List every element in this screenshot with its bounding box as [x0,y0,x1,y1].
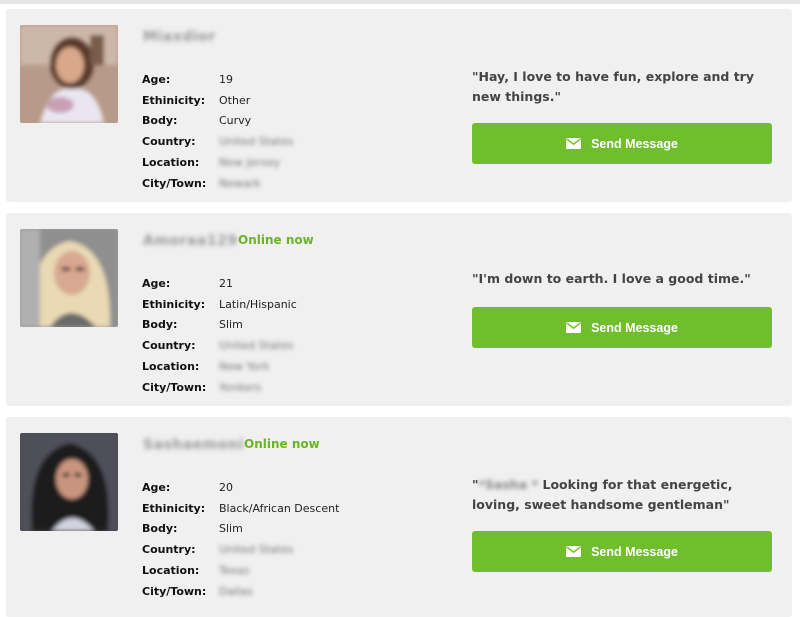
body-value: Slim [219,522,243,536]
ethnicity-value: Black/African Descent [219,501,340,515]
country-value: United States [219,135,294,149]
avatar-image [20,229,118,327]
ethnicity-label: Ethinicity: [142,501,206,515]
profile-photo[interactable] [20,25,118,123]
city-label: City/Town: [142,176,207,190]
country-value: United States [219,543,294,557]
ethnicity-label: Ethinicity: [142,297,206,311]
body-value: Curvy [219,114,252,128]
location-value: Texas [219,564,250,578]
ethnicity-label: Ethinicity: [142,93,206,107]
profile-quote: "*Sasha * Looking for that energetic, lo… [472,475,772,515]
avatar-image [20,25,118,123]
age-value: 19 [219,72,233,86]
ethnicity-value: Other [219,93,251,107]
body-value: Slim [219,318,243,332]
city-value: Dallas [219,584,253,598]
location-label: Location: [142,156,200,170]
send-message-label: Send Message [591,320,678,335]
city-value: Newark [219,176,261,190]
online-status: Online now [244,437,320,451]
location-label: Location: [142,564,200,578]
city-label: City/Town: [142,584,207,598]
country-label: Country: [142,135,196,149]
envelope-icon [566,138,582,149]
location-value: New York [219,360,270,374]
profile-photo[interactable] [20,433,118,531]
send-message-label: Send Message [591,544,678,559]
profile-card: Amoraa129 Online now Age: 21 Ethinicity: L… [6,213,792,406]
city-value: Yonkers [219,380,261,394]
profile-card: Sashaemoni Online now Age: 20 Ethinicity:… [6,417,792,617]
age-label: Age: [142,276,171,290]
city-label: City/Town: [142,380,207,394]
age-label: Age: [142,72,171,86]
country-label: Country: [142,543,196,557]
body-label: Body: [142,318,178,332]
country-label: Country: [142,339,196,353]
send-message-button[interactable]: Send Message [472,531,772,572]
username[interactable]: Sashaemoni [143,437,244,453]
envelope-icon [566,546,582,557]
profile-photo[interactable] [20,229,118,327]
age-label: Age: [142,480,171,494]
country-value: United States [219,339,294,353]
online-status: Online now [238,233,314,247]
profile-details: Age: 20 Ethinicity: Black/African Descent … [142,477,339,602]
username[interactable]: Miaxdior [143,29,216,45]
send-message-label: Send Message [591,136,678,151]
profile-details: Age: 19 Ethinicity: Other Body: Curvy Count… [142,69,294,194]
envelope-icon [566,322,582,333]
send-message-button[interactable]: Send Message [472,307,772,348]
age-value: 20 [219,480,233,494]
age-value: 21 [219,276,233,290]
profile-quote: "Hay, I love to have fun, explore and tr… [472,69,754,104]
quote-open: " [472,477,479,492]
body-label: Body: [142,114,178,128]
profile-details: Age: 21 Ethinicity: Latin/Hispanic Body: Sl… [142,273,297,398]
send-message-button[interactable]: Send Message [472,123,772,164]
quote-name: *Sasha * [478,477,539,492]
location-label: Location: [142,360,200,374]
body-label: Body: [142,522,178,536]
location-value: New Jersey [219,156,281,170]
username[interactable]: Amoraa129 [143,233,238,249]
ethnicity-value: Latin/Hispanic [219,297,297,311]
top-bar [0,0,800,4]
profile-card: Miaxdior Age: 19 Ethinicity: Other Body: Cu… [6,9,792,202]
avatar-image [20,433,118,531]
profile-quote: "I'm down to earth. I love a good time." [472,271,751,286]
